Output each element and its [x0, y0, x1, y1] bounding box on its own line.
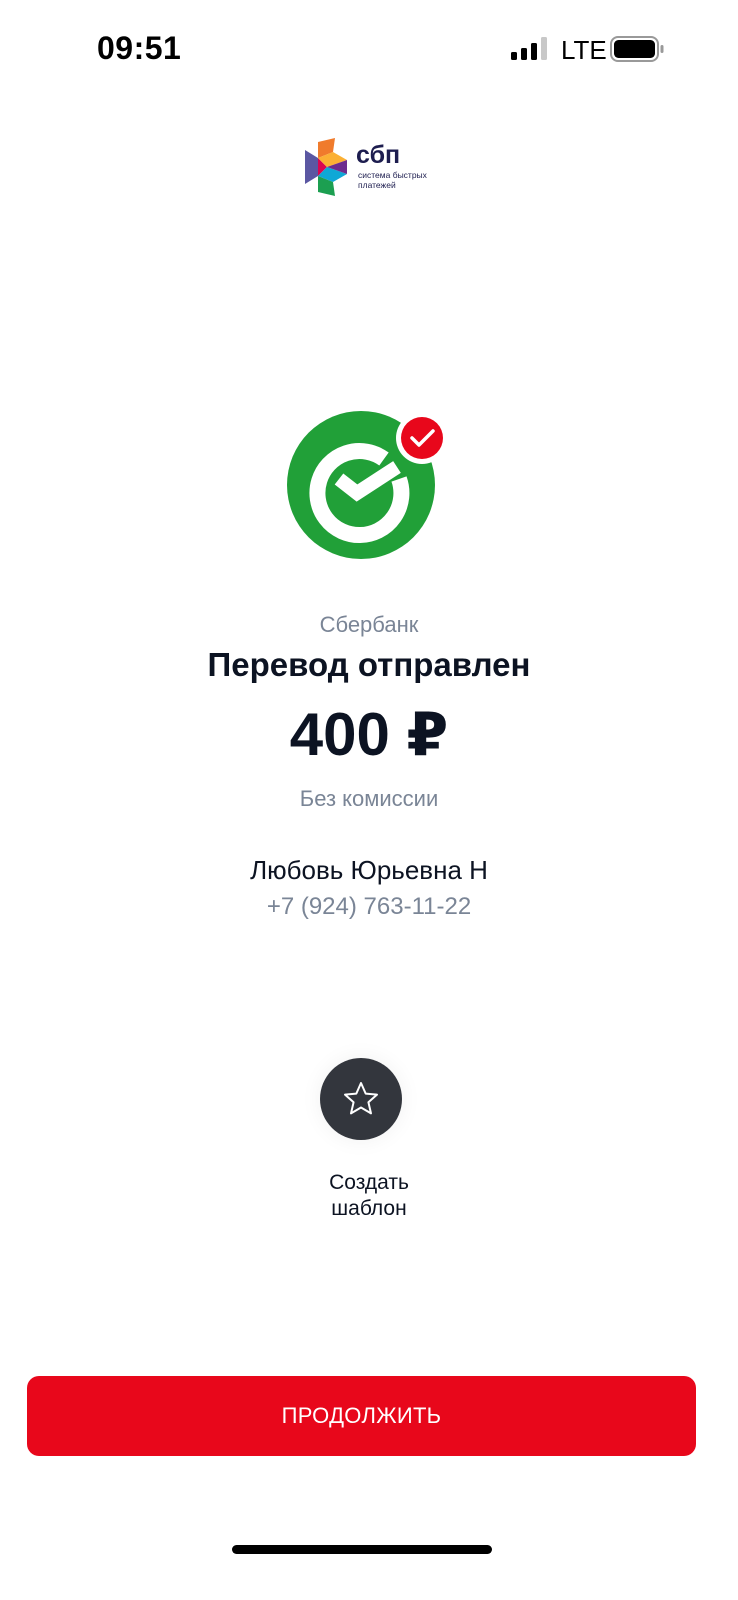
continue-button[interactable]: ПРОДОЛЖИТЬ [27, 1376, 696, 1456]
success-check-badge-icon [396, 412, 448, 464]
network-type-label: LTE [561, 35, 607, 65]
sbp-logo: сбп система быстрых платежей [305, 138, 427, 198]
home-indicator[interactable] [232, 1545, 492, 1554]
recipient-phone: +7 (924) 763-11-22 [266, 893, 472, 920]
bank-name: Сбербанк [319, 612, 419, 637]
transfer-amount: 400 ₽ [289, 701, 449, 768]
transfer-status-title: Перевод отправлен [207, 646, 531, 683]
status-time: 09:51 [97, 30, 182, 66]
cellular-signal-icon [511, 37, 547, 60]
status-bar: 09:51 LTE [0, 0, 738, 100]
sbp-logo-icon [305, 138, 347, 196]
sberbank-logo-icon [287, 411, 448, 559]
sbp-logo-title: сбп [356, 141, 401, 169]
sbp-logo-subtitle: система быстрых платежей [358, 170, 427, 190]
create-template-button[interactable] [320, 1058, 402, 1140]
create-template-label[interactable]: Создать шаблон [0, 1170, 738, 1222]
battery-icon [610, 36, 664, 62]
create-template-label-text: Создать шаблон [329, 1171, 409, 1220]
star-icon [344, 1082, 378, 1115]
commission-note: Без комиссии [299, 786, 439, 811]
recipient-name: Любовь Юрьевна Н [250, 855, 488, 885]
